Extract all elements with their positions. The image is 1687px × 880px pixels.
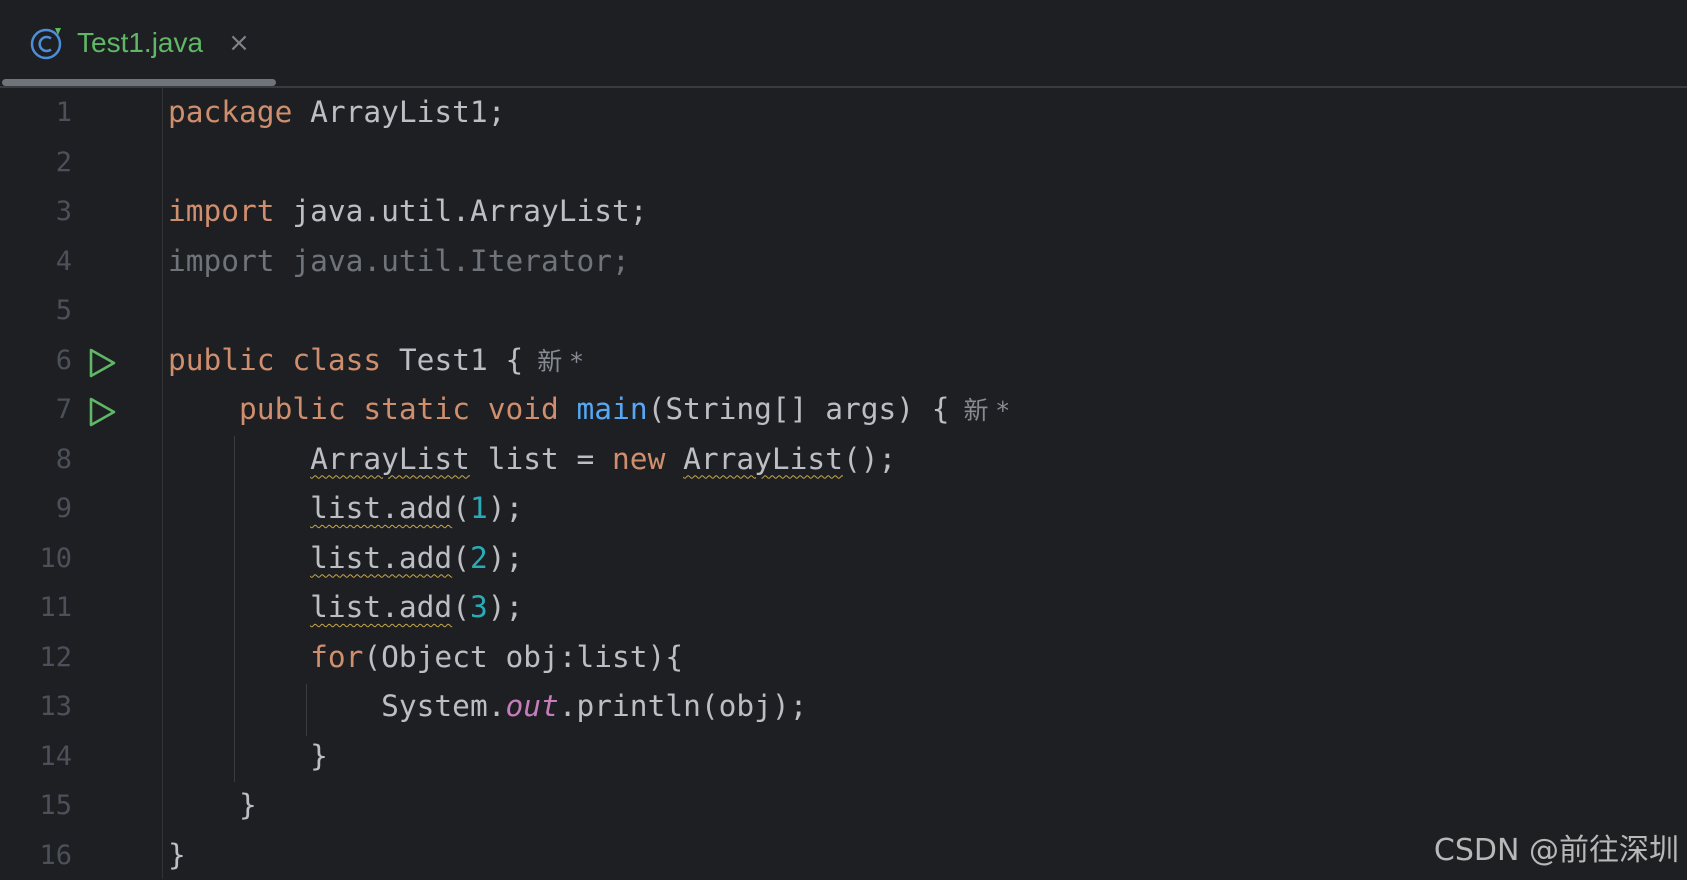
close-icon[interactable]: × xyxy=(226,28,252,58)
code-line-14: } xyxy=(168,732,328,782)
code-line-8: ArrayList list = new ArrayList(); xyxy=(168,435,896,485)
author-hint[interactable]: 新 * xyxy=(964,396,1009,425)
line-number: 11 xyxy=(0,583,72,633)
code-text: System. xyxy=(381,689,505,723)
keyword: import xyxy=(168,194,275,228)
line-number: 15 xyxy=(0,781,72,831)
line-number: 13 xyxy=(0,682,72,732)
line-number: 14 xyxy=(0,732,72,782)
code-line-12: for(Object obj:list){ xyxy=(168,633,683,683)
code-line-4-unused-import: import java.util.Iterator; xyxy=(168,237,630,287)
line-number: 6 xyxy=(0,336,72,386)
unchecked-call-warning: list.add xyxy=(310,590,452,624)
keyword: package xyxy=(168,95,292,129)
tab-label: Test1.java xyxy=(77,25,203,61)
line-number: 9 xyxy=(0,484,72,534)
code-line-10: list.add(2); xyxy=(168,534,523,584)
keyword: for xyxy=(310,640,363,674)
code-line-9: list.add(1); xyxy=(168,484,523,534)
code-line-15: } xyxy=(168,781,257,831)
run-class-icon[interactable] xyxy=(86,347,118,379)
code-text: ( xyxy=(452,590,470,624)
closing-brace: } xyxy=(310,739,328,773)
java-class-icon xyxy=(30,26,64,60)
line-number-gutter: 1 2 3 4 5 6 7 8 9 10 11 12 13 14 15 16 xyxy=(0,88,163,879)
code-text: ); xyxy=(488,590,524,624)
code-line-7: public static void main(String[] args) {… xyxy=(168,385,1009,435)
number-literal: 2 xyxy=(470,541,488,575)
tab-test1-java[interactable]: Test1.java × xyxy=(0,0,276,88)
keyword: new xyxy=(612,442,665,476)
line-number: 3 xyxy=(0,187,72,237)
line-number: 16 xyxy=(0,831,72,880)
code-line-16: } xyxy=(168,831,186,880)
line-number: 7 xyxy=(0,385,72,435)
keyword: public xyxy=(168,343,275,377)
code-line-1: package ArrayList1; xyxy=(168,88,505,138)
editor-tab-bar: Test1.java × xyxy=(0,0,1687,88)
watermark: CSDN @前往深圳 xyxy=(1434,825,1679,869)
code-text: Test1 { xyxy=(381,343,523,377)
code-line-6: public class Test1 { 新 * xyxy=(168,336,583,386)
keyword: public xyxy=(239,392,346,426)
line-number: 10 xyxy=(0,534,72,584)
code-line-13: System.out.println(obj); xyxy=(168,682,807,732)
closing-brace: } xyxy=(239,788,257,822)
code-area[interactable]: package ArrayList1; import java.util.Arr… xyxy=(168,88,1668,879)
closing-brace: } xyxy=(168,838,186,872)
keyword: static xyxy=(363,392,470,426)
unchecked-call-warning: list.add xyxy=(310,541,452,575)
code-editor[interactable]: 1 2 3 4 5 6 7 8 9 10 11 12 13 14 15 16 p… xyxy=(0,88,1687,879)
line-number: 4 xyxy=(0,237,72,287)
code-text: (); xyxy=(843,442,896,476)
line-number: 5 xyxy=(0,286,72,336)
code-line-11: list.add(3); xyxy=(168,583,523,633)
code-text: ( xyxy=(452,491,470,525)
static-field: out xyxy=(505,689,558,723)
code-text: ); xyxy=(488,541,524,575)
number-literal: 3 xyxy=(470,590,488,624)
code-text: java.util.ArrayList; xyxy=(275,194,648,228)
code-text: list = xyxy=(470,442,612,476)
author-hint[interactable]: 新 * xyxy=(537,347,582,376)
line-number: 12 xyxy=(0,633,72,683)
code-line-3: import java.util.ArrayList; xyxy=(168,187,648,237)
code-text: ( xyxy=(452,541,470,575)
code-text: (String[] args) { xyxy=(648,392,950,426)
code-text: ArrayList1; xyxy=(292,95,505,129)
keyword: class xyxy=(292,343,381,377)
unchecked-call-warning: list.add xyxy=(310,491,452,525)
method-name: main xyxy=(577,392,648,426)
run-main-icon[interactable] xyxy=(86,396,118,428)
raw-type-warning: ArrayList xyxy=(310,442,470,476)
code-text: ); xyxy=(488,491,524,525)
raw-type-warning: ArrayList xyxy=(683,442,843,476)
line-number: 2 xyxy=(0,138,72,188)
keyword: void xyxy=(488,392,559,426)
number-literal: 1 xyxy=(470,491,488,525)
code-text: (Object obj:list){ xyxy=(363,640,683,674)
active-tab-indicator xyxy=(2,79,276,86)
line-number: 1 xyxy=(0,88,72,138)
line-number: 8 xyxy=(0,435,72,485)
code-text: .println(obj); xyxy=(559,689,808,723)
